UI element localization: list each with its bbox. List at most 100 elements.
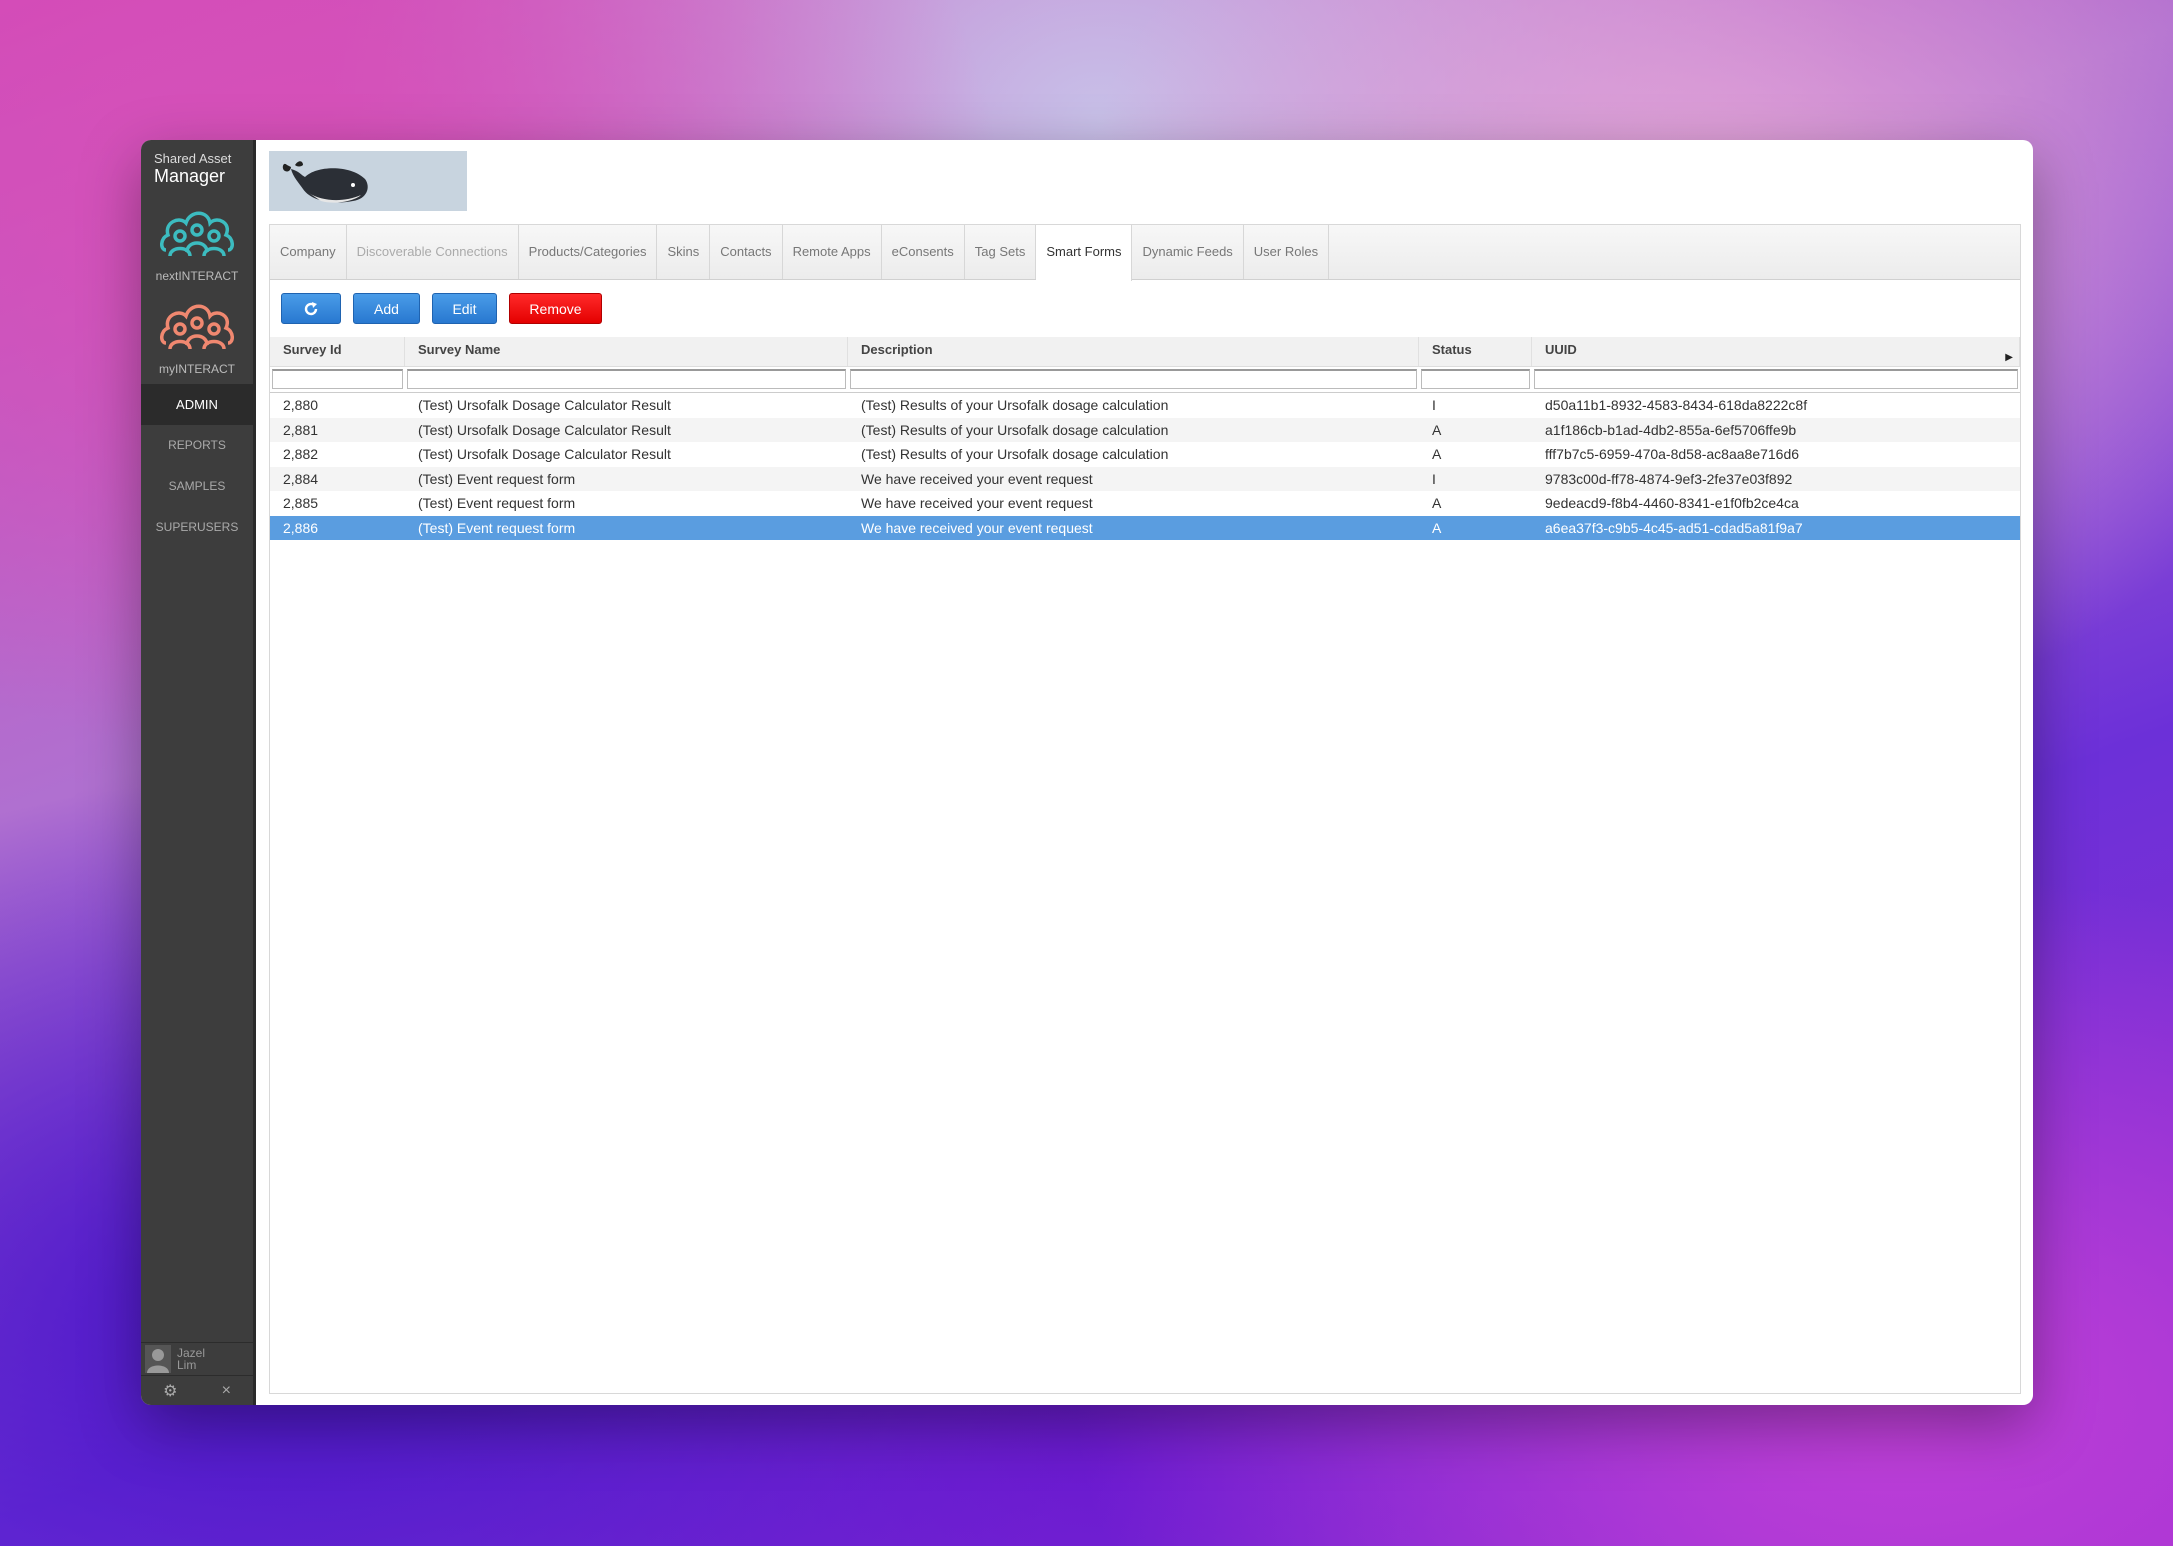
filter-cell <box>1419 367 1532 392</box>
filter-cell <box>848 367 1419 392</box>
sidebar-nav: ADMIN REPORTS SAMPLES SUPERUSERS <box>141 384 253 548</box>
column-header-label: UUID <box>1545 342 1577 357</box>
refresh-icon <box>304 301 318 315</box>
brand-subtitle: Shared Asset <box>154 151 232 166</box>
toolbar: Add Edit Remove <box>270 280 2020 337</box>
app-window: Shared Asset Manager nextINTERACT myINTE… <box>141 140 2033 1405</box>
cell-description: (Test) Results of your Ursofalk dosage c… <box>861 397 1169 413</box>
filter-description-input[interactable] <box>850 369 1417 389</box>
cell-status: I <box>1432 397 1436 413</box>
cell-uuid: a6ea37f3-c9b5-4c45-ad51-cdad5a81f9a7 <box>1545 519 1803 536</box>
company-logo <box>269 151 467 211</box>
user-last-name: Lim <box>177 1358 197 1372</box>
cell-status: I <box>1432 470 1436 487</box>
cell-uuid: d50a11b1-8932-4583-8434-618da8222c8f <box>1545 397 1808 413</box>
whale-icon <box>282 161 368 203</box>
grid-header: Survey Id Survey Name Description Status… <box>270 337 2020 367</box>
cell-survey-name: (Test) Ursofalk Dosage Calculator Result <box>418 397 671 413</box>
app-label: nextINTERACT <box>155 269 239 283</box>
cell-survey-id: 2,881 <box>283 421 319 438</box>
tab-skins[interactable]: Skins <box>657 225 711 279</box>
cell-uuid: 9783c00d-ff78-4874-9ef3-2fe37e03f892 <box>1545 470 1793 487</box>
cell-description: We have received your event request <box>861 495 1093 511</box>
tab-dynamic-feeds[interactable]: Dynamic Feeds <box>1132 225 1244 279</box>
column-header-description[interactable]: Description <box>848 337 1419 366</box>
app-myinteract[interactable]: myINTERACT <box>141 301 253 376</box>
tab-discoverable-connections[interactable]: Discoverable Connections <box>347 225 519 279</box>
column-header-uuid[interactable]: UUID ▶ <box>1532 337 2020 366</box>
grid-body: 2,880 (Test) Ursofalk Dosage Calculator … <box>270 393 2020 540</box>
sidebar-item-superusers[interactable]: SUPERUSERS <box>141 507 253 548</box>
filter-cell <box>405 367 848 392</box>
cell-uuid: fff7b7c5-6959-470a-8d58-ac8aa8e716d6 <box>1545 446 1800 462</box>
people-group-icon <box>160 211 234 257</box>
cell-description: (Test) Results of your Ursofalk dosage c… <box>861 421 1169 438</box>
cell-uuid: 9edeacd9-f8b4-4460-8341-e1f0fb2ce4ca <box>1545 495 1799 511</box>
surveys-grid: Survey Id Survey Name Description Status… <box>270 337 2020 540</box>
user-name: Jazel Lim <box>177 1347 205 1371</box>
filter-survey-name-input[interactable] <box>407 369 846 389</box>
app-nextinteract[interactable]: nextINTERACT <box>141 208 253 283</box>
app-label: myINTERACT <box>159 362 235 376</box>
cell-uuid: a1f186cb-b1ad-4db2-855a-6ef5706ffe9b <box>1545 421 1797 438</box>
cell-description: (Test) Results of your Ursofalk dosage c… <box>861 446 1169 462</box>
table-row[interactable]: 2,884 (Test) Event request form We have … <box>270 466 2020 491</box>
sidebar-item-admin[interactable]: ADMIN <box>141 384 253 425</box>
user-info[interactable]: Jazel Lim <box>141 1342 253 1375</box>
tab-tag-sets[interactable]: Tag Sets <box>965 225 1037 279</box>
cell-survey-id: 2,882 <box>283 446 319 462</box>
cell-survey-name: (Test) Ursofalk Dosage Calculator Result <box>418 421 671 438</box>
column-menu-icon[interactable]: ▶ <box>2005 345 2013 371</box>
table-row[interactable]: 2,881 (Test) Ursofalk Dosage Calculator … <box>270 417 2020 442</box>
tab-contacts[interactable]: Contacts <box>710 225 783 279</box>
cell-description: We have received your event request <box>861 519 1093 536</box>
cell-status: A <box>1432 446 1442 462</box>
tab-user-roles[interactable]: User Roles <box>1244 225 1330 279</box>
cell-status: A <box>1432 519 1442 536</box>
column-header-survey-name[interactable]: Survey Name <box>405 337 848 366</box>
cell-survey-id: 2,884 <box>283 470 319 487</box>
cell-status: A <box>1432 421 1442 438</box>
cell-survey-name: (Test) Event request form <box>418 495 576 511</box>
remove-button[interactable]: Remove <box>509 293 602 324</box>
brand-title: Manager <box>154 166 226 186</box>
tab-bar: Company Discoverable Connections Product… <box>270 225 2020 281</box>
cell-description: We have received your event request <box>861 470 1093 487</box>
filter-cell <box>270 367 405 392</box>
column-header-status[interactable]: Status <box>1419 337 1532 366</box>
sidebar: Shared Asset Manager nextINTERACT myINTE… <box>141 140 256 1405</box>
column-header-survey-id[interactable]: Survey Id <box>270 337 405 366</box>
filter-status-input[interactable] <box>1421 369 1530 389</box>
table-row[interactable]: 2,882 (Test) Ursofalk Dosage Calculator … <box>270 442 2020 467</box>
cell-survey-id: 2,886 <box>283 519 319 536</box>
cell-survey-id: 2,885 <box>283 495 319 511</box>
add-button[interactable]: Add <box>353 293 420 324</box>
people-group-icon <box>160 304 234 350</box>
cell-survey-name: (Test) Event request form <box>418 519 576 536</box>
table-row[interactable]: 2,885 (Test) Event request form We have … <box>270 491 2020 516</box>
brand: Shared Asset Manager <box>141 140 253 187</box>
cell-survey-id: 2,880 <box>283 397 319 413</box>
cell-survey-name: (Test) Event request form <box>418 470 576 487</box>
tab-products-categories[interactable]: Products/Categories <box>519 225 658 279</box>
sidebar-item-reports[interactable]: REPORTS <box>141 425 253 466</box>
close-icon[interactable]: × <box>222 1382 231 1400</box>
table-row-selected[interactable]: 2,886 (Test) Event request form We have … <box>270 515 2020 540</box>
tab-smart-forms[interactable]: Smart Forms <box>1036 225 1133 281</box>
gear-icon[interactable]: ⚙ <box>163 1381 177 1401</box>
cell-survey-name: (Test) Ursofalk Dosage Calculator Result <box>418 446 671 462</box>
refresh-button[interactable] <box>281 293 341 324</box>
tab-company[interactable]: Company <box>270 225 347 279</box>
filter-survey-id-input[interactable] <box>272 369 403 389</box>
table-row[interactable]: 2,880 (Test) Ursofalk Dosage Calculator … <box>270 393 2020 418</box>
main-panel: Company Discoverable Connections Product… <box>269 224 2021 1394</box>
tab-econsents[interactable]: eConsents <box>882 225 965 279</box>
filter-uuid-input[interactable] <box>1534 369 2018 389</box>
cell-status: A <box>1432 495 1442 511</box>
tab-remote-apps[interactable]: Remote Apps <box>783 225 882 279</box>
filter-row <box>270 367 2020 393</box>
avatar-icon <box>145 1345 171 1373</box>
sidebar-footer: ⚙ × <box>141 1375 253 1405</box>
sidebar-item-samples[interactable]: SAMPLES <box>141 466 253 507</box>
edit-button[interactable]: Edit <box>432 293 497 324</box>
